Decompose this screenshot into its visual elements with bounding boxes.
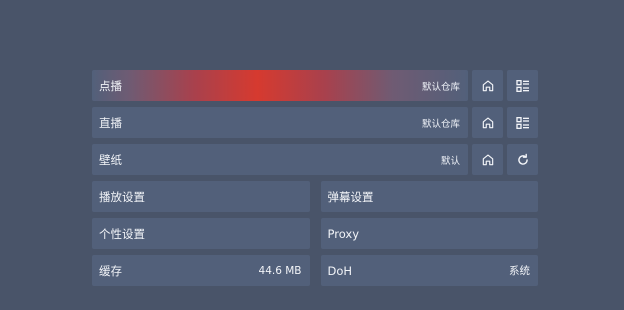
home-icon [482, 153, 493, 165]
live-source-setting[interactable]: 直播 默认仓库 [92, 107, 468, 138]
vod-value: 默认仓库 [421, 81, 460, 93]
live-value: 默认仓库 [421, 118, 460, 130]
proxy-setting[interactable]: Proxy [320, 218, 538, 249]
proxy-label: Proxy [327, 226, 360, 241]
doh-value: 系统 [509, 265, 530, 277]
wallpaper-value: 默认 [440, 155, 460, 167]
wallpaper-label: 壁纸 [99, 152, 122, 167]
wallpaper-setting[interactable]: 壁纸 默认 [92, 144, 468, 175]
wallpaper-refresh-button[interactable] [507, 144, 538, 175]
settings-panel: 点播 默认仓库 直播 默认仓库 壁纸 默认 播放设置 弹幕设置 个性设置 Pro… [92, 70, 538, 292]
playback-settings[interactable]: 播放设置 [92, 181, 310, 212]
playback-settings-label: 播放设置 [99, 189, 145, 204]
vod-label: 点播 [99, 78, 122, 93]
danmaku-settings-label: 弹幕设置 [327, 189, 374, 204]
refresh-icon [517, 153, 528, 165]
pair-row-1: 播放设置 弹幕设置 [92, 181, 538, 212]
home-icon [482, 79, 493, 91]
home-icon [482, 116, 493, 128]
cache-setting[interactable]: 缓存 44.6 MB [92, 255, 310, 286]
cache-size-value: 44.6 MB [258, 264, 302, 277]
live-label: 直播 [99, 115, 122, 130]
list-icon [515, 116, 529, 129]
list-icon [515, 79, 529, 92]
vod-list-button[interactable] [507, 70, 538, 101]
vod-source-setting[interactable]: 点播 默认仓库 [92, 70, 468, 101]
wallpaper-home-button[interactable] [472, 144, 503, 175]
cache-label: 缓存 [99, 263, 122, 278]
danmaku-settings[interactable]: 弹幕设置 [320, 181, 538, 212]
live-home-button[interactable] [472, 107, 503, 138]
pair-row-3: 缓存 44.6 MB DoH 系统 [92, 255, 538, 286]
doh-label: DoH [327, 263, 353, 278]
live-row: 直播 默认仓库 [92, 107, 538, 138]
vod-home-button[interactable] [472, 70, 503, 101]
vod-row: 点播 默认仓库 [92, 70, 538, 101]
doh-setting[interactable]: DoH 系统 [320, 255, 538, 286]
personalization-settings[interactable]: 个性设置 [92, 218, 310, 249]
pair-row-2: 个性设置 Proxy [92, 218, 538, 249]
personalization-settings-label: 个性设置 [99, 226, 145, 241]
wallpaper-row: 壁纸 默认 [92, 144, 538, 175]
live-list-button[interactable] [507, 107, 538, 138]
